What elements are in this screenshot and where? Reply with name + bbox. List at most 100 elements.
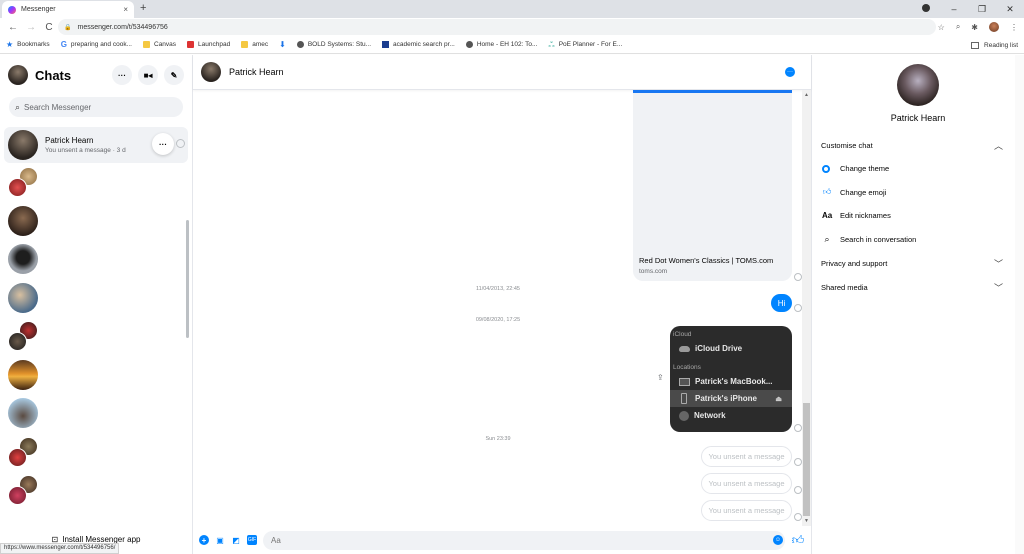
chat-item[interactable] — [0, 163, 192, 202]
bookmark-item[interactable]: Launchpad — [187, 41, 230, 48]
chat-item[interactable] — [0, 202, 192, 241]
edit-nicknames-button[interactable]: Aa Edit nicknames — [812, 204, 1024, 228]
bookmark-item[interactable]: Canvas — [143, 41, 176, 48]
forward-arrow-icon[interactable]: → — [22, 22, 40, 33]
sidebar-scrollbar[interactable] — [186, 220, 189, 338]
reading-list-label: Reading list — [984, 42, 1018, 49]
video-call-icon[interactable]: ■◂ — [138, 65, 158, 85]
browser-tab[interactable]: Messenger × — [2, 1, 134, 18]
shared-media-section[interactable]: Shared media ﹀ — [812, 275, 1024, 299]
search-messenger-input[interactable]: ⌕ Search Messenger — [9, 97, 183, 117]
chat-item[interactable] — [0, 433, 192, 472]
message-bubble[interactable]: Hi — [771, 294, 792, 312]
chevron-down-icon: ﹀ — [994, 257, 1003, 270]
close-window-button[interactable]: ✕ — [996, 4, 1024, 15]
my-avatar[interactable] — [8, 65, 28, 85]
contact-avatar[interactable] — [201, 62, 221, 82]
back-arrow-icon[interactable]: ← — [4, 22, 22, 33]
url-input[interactable]: 🔒 messenger.com/t/534496756 — [58, 19, 936, 35]
folder-icon — [241, 41, 248, 48]
tab-close-icon[interactable]: × — [123, 5, 128, 14]
bookmark-label: Bookmarks — [17, 41, 50, 48]
chat-item[interactable] — [0, 356, 192, 395]
minimize-button[interactable]: – — [940, 4, 968, 14]
gif-icon[interactable]: GIF — [247, 535, 257, 545]
new-tab-button[interactable]: + — [140, 2, 146, 14]
chat-item[interactable] — [0, 317, 192, 356]
new-message-icon[interactable]: ✎ — [164, 65, 184, 85]
seen-status-icon — [794, 424, 802, 432]
elsevier-icon — [382, 41, 389, 48]
change-theme-button[interactable]: Change theme — [812, 157, 1024, 181]
globe-icon — [679, 411, 689, 421]
item-label: Change theme — [840, 164, 889, 173]
reload-icon[interactable]: C — [40, 22, 58, 33]
sticker-icon[interactable]: ◩ — [231, 535, 241, 545]
bookmark-item[interactable]: ⬇ — [279, 40, 286, 49]
send-like-thumbs-up-icon[interactable]: 👍︎ — [791, 533, 805, 547]
bookmark-star-icon[interactable]: ☆ — [938, 23, 945, 32]
timestamp: 09/08/2020, 17:25 — [193, 317, 803, 323]
chat-item-patrick-hearn[interactable]: Patrick Hearn You unsent a message · 3 d… — [4, 127, 188, 163]
google-lens-icon[interactable]: ⌕ — [956, 22, 960, 32]
privacy-support-section[interactable]: Privacy and support ﹀ — [812, 251, 1024, 275]
scrollbar-thumb[interactable] — [803, 403, 810, 516]
timestamp: Sun 23:39 — [193, 436, 803, 442]
link-preview-card[interactable]: Red Dot Women's Classics | TOMS.com toms… — [633, 90, 792, 281]
chat-item[interactable] — [0, 471, 192, 510]
emoji-icon[interactable]: ☺ — [773, 535, 783, 545]
contact-name[interactable]: Patrick Hearn — [229, 67, 284, 77]
image-attachment-finder-sidebar[interactable]: iCloud iCloud Drive Locations Patrick's … — [670, 326, 792, 432]
avatar — [8, 398, 38, 428]
item-label: Change emoji — [840, 188, 886, 197]
star-icon: ★ — [6, 40, 13, 49]
details-scrollbar[interactable] — [1015, 55, 1024, 554]
more-actions-plus-icon[interactable]: + — [199, 535, 209, 545]
browser-menu-icon[interactable]: ⋮ — [1010, 23, 1018, 32]
share-icon[interactable]: ⇪ — [657, 373, 664, 382]
contact-profile-avatar[interactable] — [897, 64, 939, 106]
attach-image-icon[interactable]: ▣ — [215, 535, 225, 545]
unsent-message[interactable]: You unsent a message — [701, 500, 792, 521]
more-options-button[interactable]: ··· — [112, 65, 132, 85]
bookmark-item[interactable]: amec — [241, 41, 268, 48]
search-icon: ⌕ — [15, 102, 20, 113]
scroll-down-arrow-icon[interactable]: ▼ — [804, 518, 809, 524]
conversation-scrollbar[interactable]: ▲ ▼ — [802, 90, 811, 526]
search-in-conversation-button[interactable]: ⌕ Search in conversation — [812, 228, 1024, 252]
bookmark-item[interactable]: academic search pr... — [382, 41, 455, 48]
bookmark-item[interactable]: Home - EH 102: To... — [466, 41, 538, 48]
bookmark-item[interactable]: BOLD Systems: Stu... — [297, 41, 371, 48]
messenger-favicon-icon — [8, 6, 16, 14]
bookmark-item[interactable]: ஃPoE Planner - For E... — [548, 40, 622, 50]
scroll-up-arrow-icon[interactable]: ▲ — [804, 92, 809, 98]
laptop-icon — [679, 378, 690, 386]
conversation-info-icon[interactable]: ··· — [785, 67, 795, 77]
chat-more-options-button[interactable]: ··· — [152, 133, 174, 155]
unsent-message[interactable]: You unsent a message — [701, 446, 792, 467]
avatar — [8, 360, 38, 390]
conversation-header: Patrick Hearn ··· — [193, 55, 811, 90]
profile-avatar[interactable] — [989, 22, 999, 32]
chat-item[interactable] — [0, 279, 192, 318]
chat-item[interactable] — [0, 240, 192, 279]
restore-button[interactable]: ❐ — [968, 4, 996, 15]
unsent-message[interactable]: You unsent a message — [701, 473, 792, 494]
bookmark-label: BOLD Systems: Stu... — [308, 41, 371, 48]
messenger-app: Chats ··· ■◂ ✎ ⌕ Search Messenger Patric… — [0, 55, 1024, 554]
change-emoji-button[interactable]: 👍︎ Change emoji — [812, 181, 1024, 205]
download-icon: ⬇ — [279, 40, 286, 49]
record-icon[interactable] — [912, 4, 940, 14]
customise-chat-section[interactable]: Customise chat ︿ — [812, 133, 1024, 157]
bookmark-item[interactable]: Gpreparing and cook... — [61, 40, 132, 49]
group-avatar — [8, 167, 38, 197]
bookmark-label: academic search pr... — [393, 41, 455, 48]
message-input[interactable] — [263, 531, 785, 550]
bookmark-item[interactable]: ★ Bookmarks — [6, 40, 50, 49]
reading-list-button[interactable]: Reading list — [971, 36, 1018, 54]
bookmark-label: PoE Planner - For E... — [559, 41, 623, 48]
group-avatar — [8, 437, 38, 467]
extensions-puzzle-icon[interactable]: ✱ — [971, 23, 978, 32]
conversation-pane: Patrick Hearn ··· Red Dot Women's Classi… — [193, 55, 812, 554]
chat-item[interactable] — [0, 394, 192, 433]
